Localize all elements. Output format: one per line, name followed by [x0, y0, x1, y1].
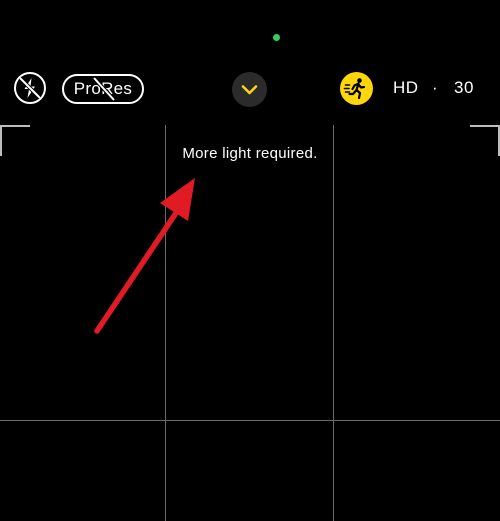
- red-arrow-icon: [94, 178, 195, 334]
